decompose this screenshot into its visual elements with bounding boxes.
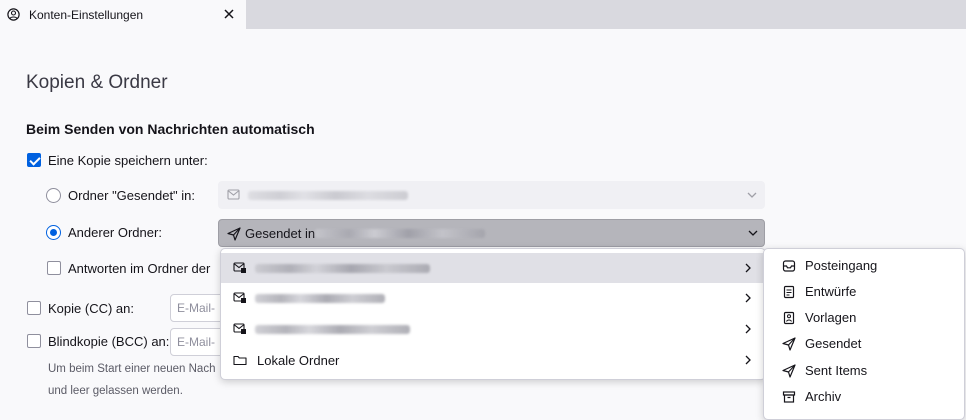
folder-submenu: Posteingang Entwürfe Vorlagen Gesendet S… [763, 248, 965, 420]
menu-item-account-2[interactable] [221, 283, 765, 313]
chevron-down-icon [747, 192, 757, 198]
hint-text-line1: Um beim Start einer neuen Nach [48, 363, 216, 375]
sent-icon [782, 337, 796, 351]
radio-other-label: Anderer Ordner: [68, 225, 162, 240]
menu-item-account-3[interactable] [221, 314, 765, 344]
account-icon [227, 189, 240, 200]
chevron-right-icon [745, 293, 751, 303]
other-folder-select[interactable]: Gesendet in [218, 219, 765, 247]
radio-other-folder[interactable] [46, 225, 61, 240]
cc-label: Kopie (CC) an: [48, 301, 134, 316]
selected-folder-label: Gesendet in [245, 226, 316, 241]
account-icon [233, 262, 246, 273]
folder-picker-menu: Lokale Ordner [220, 248, 766, 380]
templates-icon [783, 311, 795, 325]
chevron-right-icon [745, 355, 751, 365]
menu-item-account-1[interactable] [221, 253, 765, 283]
sent-icon [782, 364, 796, 378]
drafts-icon [783, 285, 795, 299]
submenu-item-templates[interactable]: Vorlagen [764, 305, 964, 331]
hint-text-line2: und leer gelassen werden. [48, 385, 183, 397]
save-copy-label: Eine Kopie speichern unter: [48, 153, 208, 168]
inbox-icon [782, 260, 796, 272]
sent-account-select [218, 181, 765, 209]
submenu-item-archive[interactable]: Archiv [764, 384, 964, 410]
submenu-item-label: Sent Items [805, 363, 868, 378]
tab-title: Konten-Einstellungen [29, 8, 144, 22]
sent-icon [227, 227, 241, 241]
bcc-checkbox[interactable] [27, 334, 41, 348]
account-name-redacted [255, 264, 430, 273]
tab-account-settings[interactable]: Konten-Einstellungen [0, 0, 246, 29]
menu-item-label: Lokale Ordner [257, 353, 340, 368]
radio-sent-label: Ordner "Gesendet" in: [68, 188, 196, 203]
archive-icon [782, 391, 796, 403]
bcc-label: Blindkopie (BCC) an: [48, 334, 170, 349]
cc-checkbox[interactable] [27, 301, 41, 315]
submenu-item-label: Vorlagen [805, 310, 857, 325]
account-settings-icon [7, 8, 20, 21]
submenu-item-label: Gesendet [805, 336, 862, 351]
submenu-item-label: Posteingang [805, 258, 878, 273]
account-name-redacted [315, 229, 485, 238]
chevron-right-icon [745, 263, 751, 273]
submenu-item-label: Archiv [805, 389, 842, 404]
tab-strip: Konten-Einstellungen [0, 0, 966, 29]
folder-icon [233, 355, 247, 366]
account-icon [233, 323, 246, 334]
account-icon [233, 292, 246, 303]
submenu-item-drafts[interactable]: Entwürfe [764, 279, 964, 305]
radio-sent-folder[interactable] [46, 188, 61, 203]
chevron-right-icon [745, 324, 751, 334]
menu-item-local-folders[interactable]: Lokale Ordner [221, 345, 765, 375]
section-title: Beim Senden von Nachrichten automatisch [26, 121, 315, 137]
submenu-item-sent[interactable]: Gesendet [764, 331, 964, 357]
submenu-item-label: Entwürfe [805, 284, 857, 299]
account-name-redacted [255, 325, 410, 334]
account-name-redacted [248, 191, 408, 200]
page-title: Kopien & Ordner [26, 72, 168, 93]
submenu-item-sent-items[interactable]: Sent Items [764, 358, 964, 384]
submenu-item-inbox[interactable]: Posteingang [764, 253, 964, 279]
save-copy-checkbox[interactable] [27, 153, 41, 167]
close-icon[interactable] [222, 7, 236, 21]
reply-folder-label: Antworten im Ordner der [68, 261, 211, 276]
chevron-down-icon [748, 230, 758, 236]
account-name-redacted [255, 294, 385, 303]
reply-folder-checkbox[interactable] [47, 261, 61, 275]
